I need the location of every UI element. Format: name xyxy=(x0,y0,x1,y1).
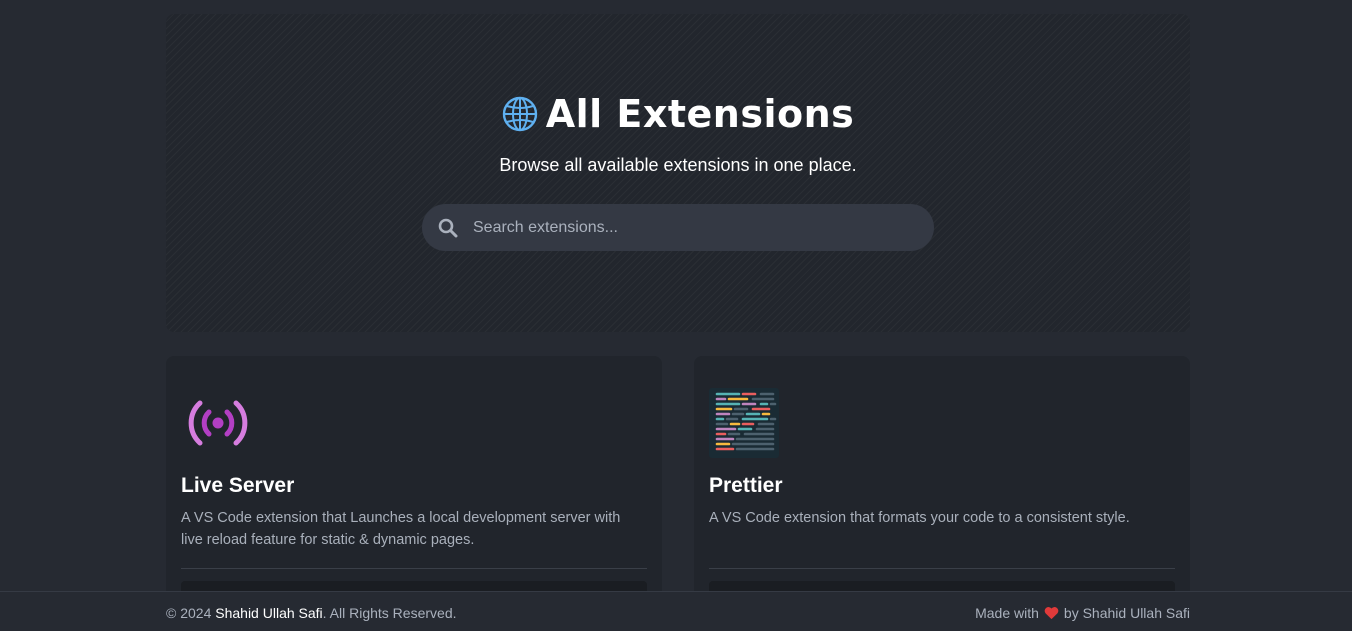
search-icon xyxy=(438,218,458,237)
footer-credit: Made with by Shahid Ullah Safi xyxy=(975,605,1190,621)
search-bar[interactable] xyxy=(422,204,934,251)
card-divider xyxy=(709,568,1175,569)
page: All Extensions Browse all available exte… xyxy=(0,0,1352,631)
by-author-text: by Shahid Ullah Safi xyxy=(1063,605,1190,621)
card-title[interactable]: Live Server xyxy=(181,474,294,498)
extension-card-prettier[interactable]: Prettier A VS Code extension that format… xyxy=(694,356,1190,621)
extension-card-live-server[interactable]: Live Server A VS Code extension that Lau… xyxy=(166,356,662,621)
card-description: A VS Code extension that Launches a loca… xyxy=(181,510,621,548)
page-title: All Extensions xyxy=(166,92,1190,136)
card-title[interactable]: Prettier xyxy=(709,474,783,498)
author-link[interactable]: Shahid Ullah Safi xyxy=(215,605,322,621)
rights-text: . All Rights Reserved. xyxy=(322,605,457,621)
broadcast-icon xyxy=(188,400,248,446)
prettier-logo xyxy=(709,388,779,458)
globe-icon xyxy=(502,96,537,132)
made-with-text: Made with xyxy=(975,605,1039,621)
footer: © 2024 Shahid Ullah Safi. All Rights Res… xyxy=(0,591,1352,631)
page-subtitle: Browse all available extensions in one p… xyxy=(499,155,857,175)
page-title-text: All Extensions xyxy=(545,92,855,136)
footer-copyright: © 2024 Shahid Ullah Safi. All Rights Res… xyxy=(166,605,457,621)
copyright-year: © 2024 xyxy=(166,605,212,621)
card-description: A VS Code extension that formats your co… xyxy=(709,510,1130,526)
heart-icon xyxy=(1044,607,1059,620)
search-input[interactable] xyxy=(473,204,934,251)
card-divider xyxy=(181,568,647,569)
hero-banner: All Extensions Browse all available exte… xyxy=(166,14,1190,332)
